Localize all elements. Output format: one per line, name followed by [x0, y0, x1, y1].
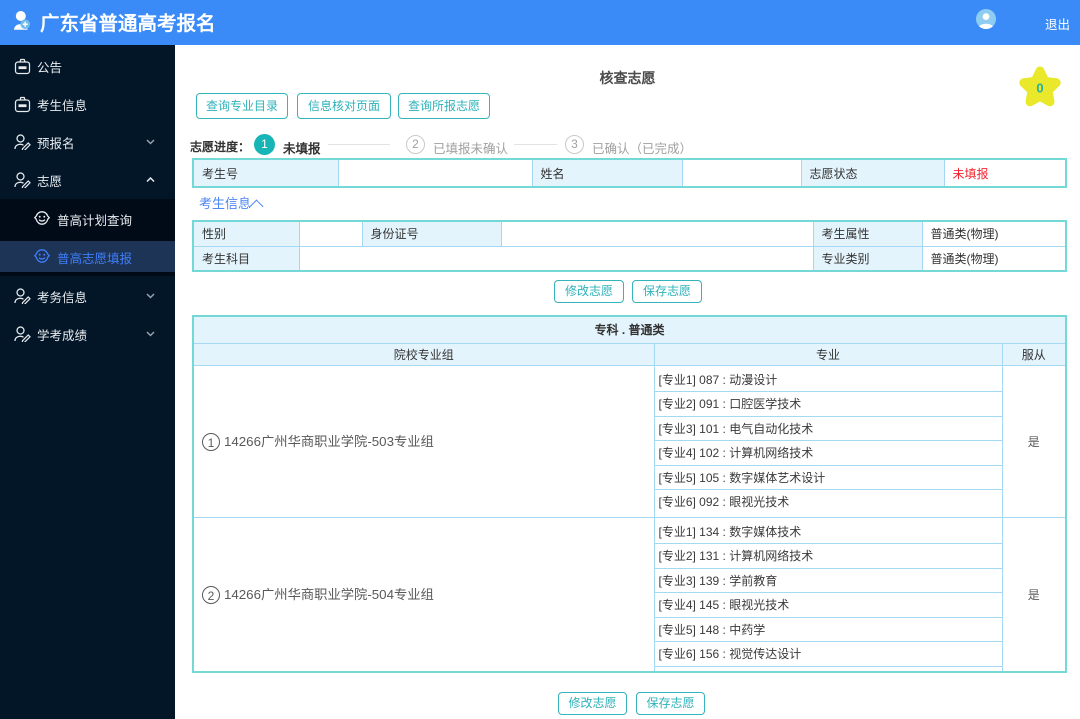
svg-text:0: 0	[1036, 81, 1043, 96]
